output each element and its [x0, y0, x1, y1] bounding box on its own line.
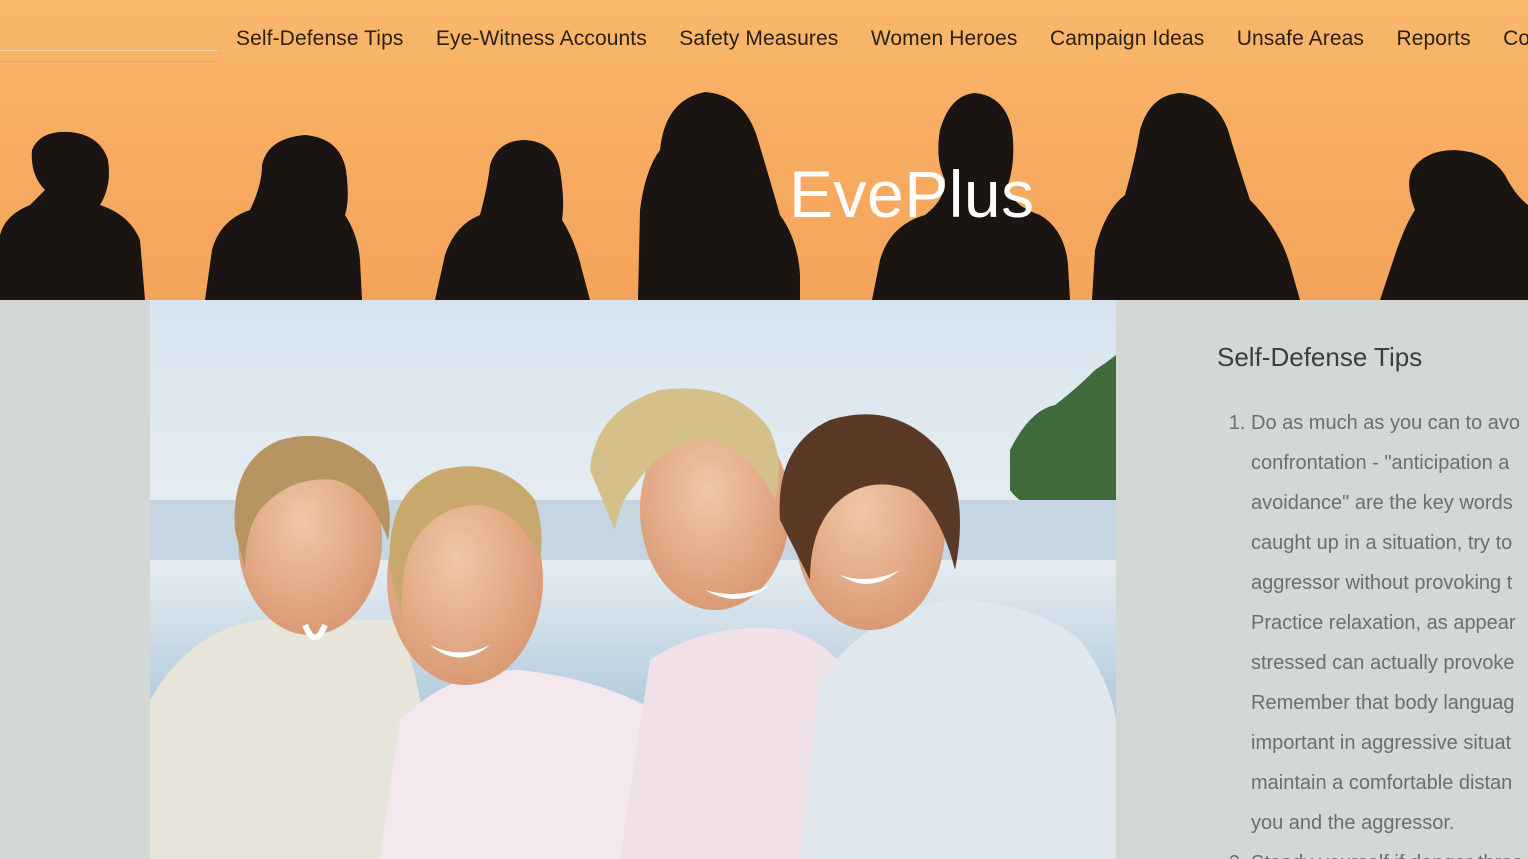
tip-line: Practice relaxation, as appear: [1251, 612, 1516, 634]
site-title[interactable]: EvePlus: [789, 156, 1035, 232]
tip-line: confrontation - "anticipation a: [1251, 452, 1510, 474]
tip-line: caught up in a situation, try to: [1251, 532, 1513, 554]
tip-line: maintain a comfortable distan: [1251, 772, 1513, 794]
tip-line: Steady yourself if danger threa: [1251, 843, 1528, 859]
nav-item-campaign-ideas[interactable]: Campaign Ideas: [1050, 27, 1204, 51]
nav-item-eye-witness-accounts[interactable]: Eye-Witness Accounts: [436, 27, 647, 51]
tip-line: aggressor without provoking t: [1251, 572, 1513, 594]
nav-item-unsafe-areas[interactable]: Unsafe Areas: [1237, 27, 1364, 51]
logo-placeholder[interactable]: [0, 50, 218, 62]
list-item: Do as much as you can to avo confrontati…: [1251, 403, 1528, 843]
women-group-photo: [150, 300, 1116, 859]
sidebar-heading: Self-Defense Tips: [1217, 342, 1423, 372]
tip-line: Do as much as you can to avo: [1251, 412, 1521, 434]
nav-item-women-heroes[interactable]: Women Heroes: [871, 27, 1018, 51]
tips-list: Do as much as you can to avo confrontati…: [1217, 403, 1528, 859]
tip-line: you and the aggressor.: [1251, 812, 1455, 834]
nav-item-self-defense-tips[interactable]: Self-Defense Tips: [236, 27, 403, 51]
nav-item-contact[interactable]: Contac: [1503, 27, 1528, 51]
list-item: Steady yourself if danger threa: [1251, 843, 1528, 859]
tip-line: Remember that body languag: [1251, 692, 1515, 714]
hero-banner: Self-Defense Tips Eye-Witness Accounts S…: [0, 0, 1528, 300]
nav-item-safety-measures[interactable]: Safety Measures: [679, 27, 838, 51]
tip-line: stressed can actually provoke: [1251, 652, 1515, 674]
tip-line: avoidance" are the key words: [1251, 492, 1513, 514]
sidebar: Self-Defense Tips Do as much as you can …: [1217, 300, 1528, 859]
nav-item-reports[interactable]: Reports: [1396, 27, 1470, 51]
main-nav: Self-Defense Tips Eye-Witness Accounts S…: [236, 27, 1528, 55]
tip-line: important in aggressive situat: [1251, 732, 1512, 754]
